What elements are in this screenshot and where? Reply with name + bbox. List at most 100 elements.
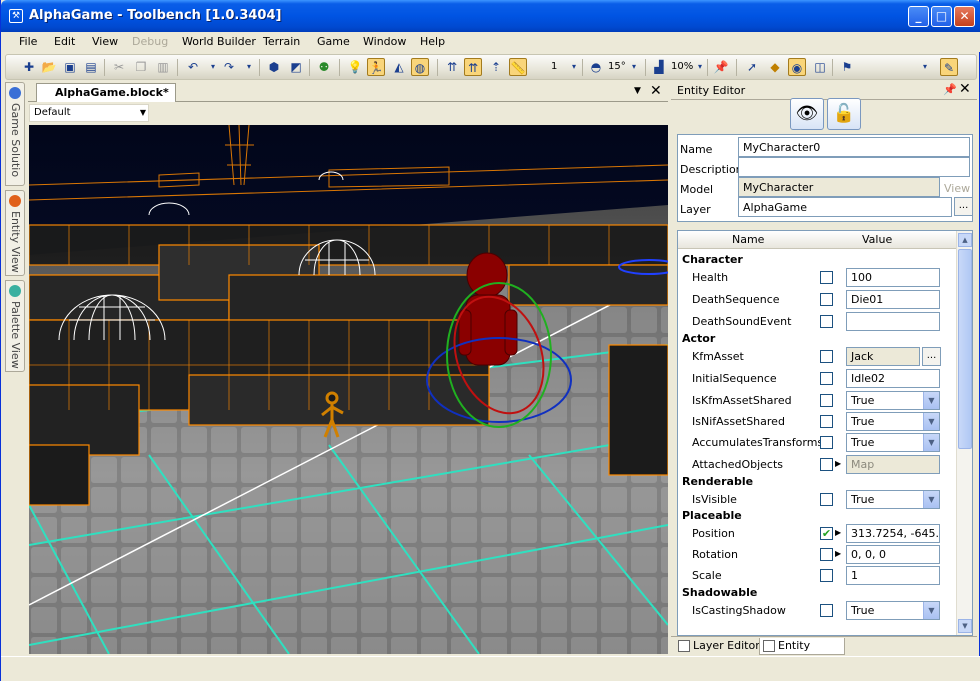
character-icon[interactable]: 🏃 <box>367 58 385 76</box>
scroll-thumb[interactable] <box>958 249 972 449</box>
prop-casting-checkbox[interactable] <box>820 604 833 617</box>
prop-position-checkbox[interactable]: ✔ <box>820 527 833 540</box>
layer-browse-button[interactable]: ... <box>954 197 973 216</box>
scroll-down-icon[interactable]: ▼ <box>958 619 972 633</box>
stamp-icon[interactable]: ⚑ <box>838 58 856 76</box>
minimize-button[interactable]: _ <box>908 6 929 27</box>
prop-health-checkbox[interactable] <box>820 271 833 284</box>
scroll-up-icon[interactable]: ▲ <box>958 233 972 247</box>
prop-attached-checkbox[interactable] <box>820 458 833 471</box>
save-icon[interactable]: ▣ <box>61 58 79 76</box>
tab-alphagame-block[interactable]: AlphaGame.block* <box>36 83 176 102</box>
angle-dropdown-icon[interactable]: ▾ <box>625 58 643 76</box>
prop-casting-select[interactable]: True ▼ <box>846 601 940 620</box>
prop-rotation-value[interactable]: 0, 0, 0 <box>846 545 940 564</box>
prop-visible-checkbox[interactable] <box>820 493 833 506</box>
prop-death-sound-checkbox[interactable] <box>820 315 833 328</box>
redo-icon[interactable]: ↷ <box>220 58 238 76</box>
prop-scale-value[interactable]: 1 <box>846 566 940 585</box>
tab-game-solution[interactable]: Game Solutio <box>5 82 25 186</box>
tool-options-icon[interactable]: ✎ <box>940 58 958 76</box>
undo-icon[interactable]: ↶ <box>184 58 202 76</box>
cube-icon[interactable]: ⬢ <box>265 58 283 76</box>
align-icon[interactable]: ⇡ <box>487 58 505 76</box>
prop-initial-sequence-checkbox[interactable] <box>820 372 833 385</box>
description-field[interactable] <box>738 157 970 177</box>
unlock-icon[interactable]: 🔓 <box>827 98 861 130</box>
name-field[interactable]: MyCharacter0 <box>738 137 970 157</box>
3d-viewport[interactable] <box>29 125 668 654</box>
prop-visible-select[interactable]: True ▼ <box>846 490 940 509</box>
maximize-button[interactable]: □ <box>931 6 952 27</box>
prop-death-sequence-checkbox[interactable] <box>820 293 833 306</box>
cut-icon[interactable]: ✂ <box>110 58 128 76</box>
view-mode-select[interactable]: Default ▼ <box>29 104 149 122</box>
menu-window[interactable]: Window <box>363 35 406 48</box>
paint-icon[interactable]: ◆ <box>766 58 784 76</box>
percent-value[interactable]: 10% <box>671 61 693 72</box>
prop-kfm-shared-checkbox[interactable] <box>820 394 833 407</box>
menu-terrain[interactable]: Terrain <box>263 35 300 48</box>
save-all-icon[interactable]: ▤ <box>82 58 100 76</box>
menu-help[interactable]: Help <box>420 35 445 48</box>
expand-arrow-icon[interactable]: ▶ <box>835 549 841 558</box>
tab-palette-view[interactable]: Palette View <box>5 280 25 372</box>
menu-view[interactable]: View <box>92 35 118 48</box>
entities-icon[interactable]: ⚉ <box>315 58 333 76</box>
model-view-button[interactable]: View <box>944 182 970 195</box>
scale-snap-icon[interactable]: ▟ <box>650 58 668 76</box>
layer-field[interactable]: AlphaGame <box>738 197 952 217</box>
prop-death-sound-value[interactable] <box>846 312 940 331</box>
prop-health-value[interactable]: 100 <box>846 268 940 287</box>
terrain-icon[interactable]: ◭ <box>390 58 408 76</box>
pin-tool-icon[interactable]: 📌 <box>712 58 730 76</box>
eye-icon[interactable]: 👁 <box>790 98 824 130</box>
prop-kfm-asset-checkbox[interactable] <box>820 350 833 363</box>
document-list-icon[interactable]: ▼ <box>634 86 641 96</box>
paste-icon[interactable]: ▥ <box>154 58 172 76</box>
ruler-icon[interactable]: 📏 <box>509 58 527 76</box>
layers-icon[interactable]: ◩ <box>287 58 305 76</box>
prop-initial-sequence-value[interactable]: Idle02 <box>846 369 940 388</box>
panel-close-icon[interactable]: ✕ <box>959 81 971 97</box>
expand-arrow-icon[interactable]: ▶ <box>835 459 841 468</box>
globe-icon[interactable]: ◍ <box>411 58 429 76</box>
shape-icon[interactable]: ◉ <box>788 58 806 76</box>
prop-nif-shared-checkbox[interactable] <box>820 415 833 428</box>
kfm-asset-browse-button[interactable]: ... <box>922 347 941 366</box>
pin-icon[interactable]: 📌 <box>943 83 957 96</box>
prop-scale-checkbox[interactable] <box>820 569 833 582</box>
snap-up-icon[interactable]: ⇈ <box>464 58 482 76</box>
document-close-icon[interactable]: ✕ <box>650 83 662 99</box>
menu-file[interactable]: File <box>19 35 37 48</box>
expand-arrow-icon[interactable]: ▶ <box>835 528 841 537</box>
prop-kfm-shared-select[interactable]: True ▼ <box>846 391 940 410</box>
select-arrow-icon[interactable]: ➚ <box>743 58 761 76</box>
prop-position-value[interactable]: 313.7254, -645.82 <box>846 524 940 543</box>
snap-dropdown-icon[interactable]: ▾ <box>565 58 583 76</box>
property-grid-scrollbar[interactable]: ▲ ▼ <box>956 231 972 635</box>
prop-accum-select[interactable]: True ▼ <box>846 433 940 452</box>
angle-snap-icon[interactable]: ◓ <box>587 58 605 76</box>
toolbar-overflow-icon[interactable]: ▾ <box>916 58 934 76</box>
stack-icon[interactable]: ◫ <box>811 58 829 76</box>
open-folder-icon[interactable]: 📂 <box>40 58 58 76</box>
copy-icon[interactable]: ❐ <box>132 58 150 76</box>
redo-dropdown-icon[interactable]: ▾ <box>240 58 258 76</box>
lightbulb-icon[interactable]: 💡 <box>346 58 364 76</box>
prop-death-sequence-value[interactable]: Die01 <box>846 290 940 309</box>
menu-edit[interactable]: Edit <box>54 35 75 48</box>
tab-entity-editor[interactable]: Entity Editor <box>759 638 845 668</box>
prop-rotation-checkbox[interactable] <box>820 548 833 561</box>
menu-game[interactable]: Game <box>317 35 350 48</box>
snap-value[interactable]: 1 <box>551 61 557 72</box>
move-up-icon[interactable]: ⇈ <box>443 58 461 76</box>
prop-accum-checkbox[interactable] <box>820 436 833 449</box>
angle-value[interactable]: 15° <box>608 61 626 72</box>
tab-layer-editor[interactable]: Layer Editor <box>675 638 760 655</box>
menu-world-builder[interactable]: World Builder <box>182 35 256 48</box>
new-file-icon[interactable]: ✚ <box>20 58 38 76</box>
prop-nif-shared-select[interactable]: True ▼ <box>846 412 940 431</box>
close-button[interactable]: ✕ <box>954 6 975 27</box>
tab-entity-view[interactable]: Entity View <box>5 190 25 276</box>
